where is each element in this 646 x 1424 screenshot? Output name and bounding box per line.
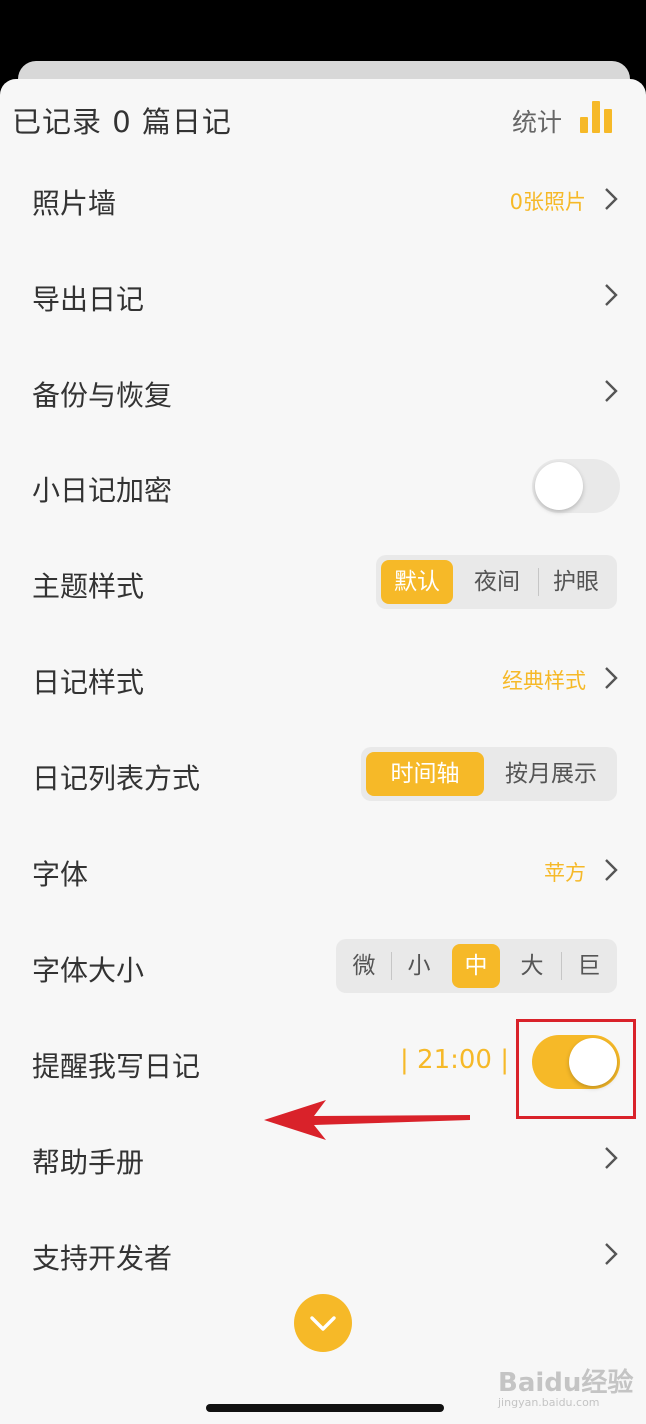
theme-option-night[interactable]: 夜间 — [458, 560, 536, 604]
annotation-highlight-box — [516, 1019, 636, 1119]
chevron-right-icon — [605, 667, 618, 689]
row-support[interactable]: 支持开发者 — [0, 1206, 646, 1302]
divider — [561, 952, 562, 980]
row-label: 日记列表方式 — [32, 762, 201, 795]
row-theme: 主题样式 默认 夜间 护眼 — [0, 534, 646, 630]
theme-option-default[interactable]: 默认 — [381, 560, 453, 604]
stats-label[interactable]: 统计 — [512, 103, 562, 139]
list-mode-timeline[interactable]: 时间轴 — [366, 752, 484, 796]
diary-count-title: 已记录 0 篇日记 — [12, 105, 232, 139]
font-value: 苹方 — [544, 861, 586, 885]
row-label: 小日记加密 — [32, 474, 173, 507]
row-label: 日记样式 — [32, 666, 145, 699]
settings-panel: 已记录 0 篇日记 统计 照片墙 0张照片 导出日记 备份与恢复 小日记加密 主… — [0, 79, 646, 1424]
list-mode-segmented-control: 时间轴 按月展示 — [361, 747, 617, 801]
font-size-medium[interactable]: 中 — [452, 944, 500, 988]
font-size-tiny[interactable]: 微 — [341, 944, 387, 988]
header: 已记录 0 篇日记 统计 — [0, 79, 646, 159]
font-size-small[interactable]: 小 — [396, 944, 442, 988]
collapse-button[interactable] — [294, 1294, 352, 1352]
encrypt-toggle[interactable] — [532, 459, 620, 513]
font-size-huge[interactable]: 巨 — [566, 944, 612, 988]
row-backup[interactable]: 备份与恢复 — [0, 343, 646, 439]
watermark-url: jingyan.baidu.com — [498, 1396, 600, 1409]
font-size-large[interactable]: 大 — [508, 944, 556, 988]
home-indicator — [206, 1404, 444, 1412]
annotation-arrow-icon — [264, 1100, 470, 1140]
row-font[interactable]: 字体 苹方 — [0, 822, 646, 918]
row-label: 支持开发者 — [32, 1242, 173, 1275]
chevron-right-icon — [605, 380, 618, 402]
divider — [391, 952, 392, 980]
reminder-time[interactable]: | 21:00 | — [400, 1045, 509, 1075]
row-label: 备份与恢复 — [32, 379, 173, 412]
row-label: 帮助手册 — [32, 1146, 145, 1179]
chevron-right-icon — [605, 188, 618, 210]
watermark-text: Baidu经验 — [498, 1368, 634, 1398]
chevron-right-icon — [605, 859, 618, 881]
row-label: 导出日记 — [32, 283, 145, 316]
toggle-knob — [535, 462, 583, 510]
list-mode-by-month[interactable]: 按月展示 — [489, 752, 613, 796]
chevron-right-icon — [605, 1147, 618, 1169]
row-export[interactable]: 导出日记 — [0, 247, 646, 343]
row-list-mode: 日记列表方式 时间轴 按月展示 — [0, 726, 646, 822]
row-font-size: 字体大小 微 小 中 大 巨 — [0, 918, 646, 1014]
chevron-down-icon — [310, 1316, 336, 1331]
font-size-segmented-control: 微 小 中 大 巨 — [336, 939, 617, 993]
row-diary-style[interactable]: 日记样式 经典样式 — [0, 630, 646, 726]
row-label: 主题样式 — [32, 570, 145, 603]
row-label: 照片墙 — [32, 187, 117, 220]
row-label: 字体 — [32, 858, 89, 891]
row-encrypt: 小日记加密 — [0, 438, 646, 534]
row-label: 提醒我写日记 — [32, 1050, 201, 1083]
chevron-right-icon — [605, 284, 618, 306]
theme-segmented-control: 默认 夜间 护眼 — [376, 555, 617, 609]
photo-count: 0张照片 — [509, 190, 586, 214]
diary-style-value: 经典样式 — [502, 669, 586, 693]
row-label: 字体大小 — [32, 954, 145, 987]
bar-chart-icon[interactable] — [580, 99, 614, 133]
theme-option-eye-care[interactable]: 护眼 — [539, 560, 613, 604]
chevron-right-icon — [605, 1243, 618, 1265]
row-photo-wall[interactable]: 照片墙 0张照片 — [0, 151, 646, 247]
